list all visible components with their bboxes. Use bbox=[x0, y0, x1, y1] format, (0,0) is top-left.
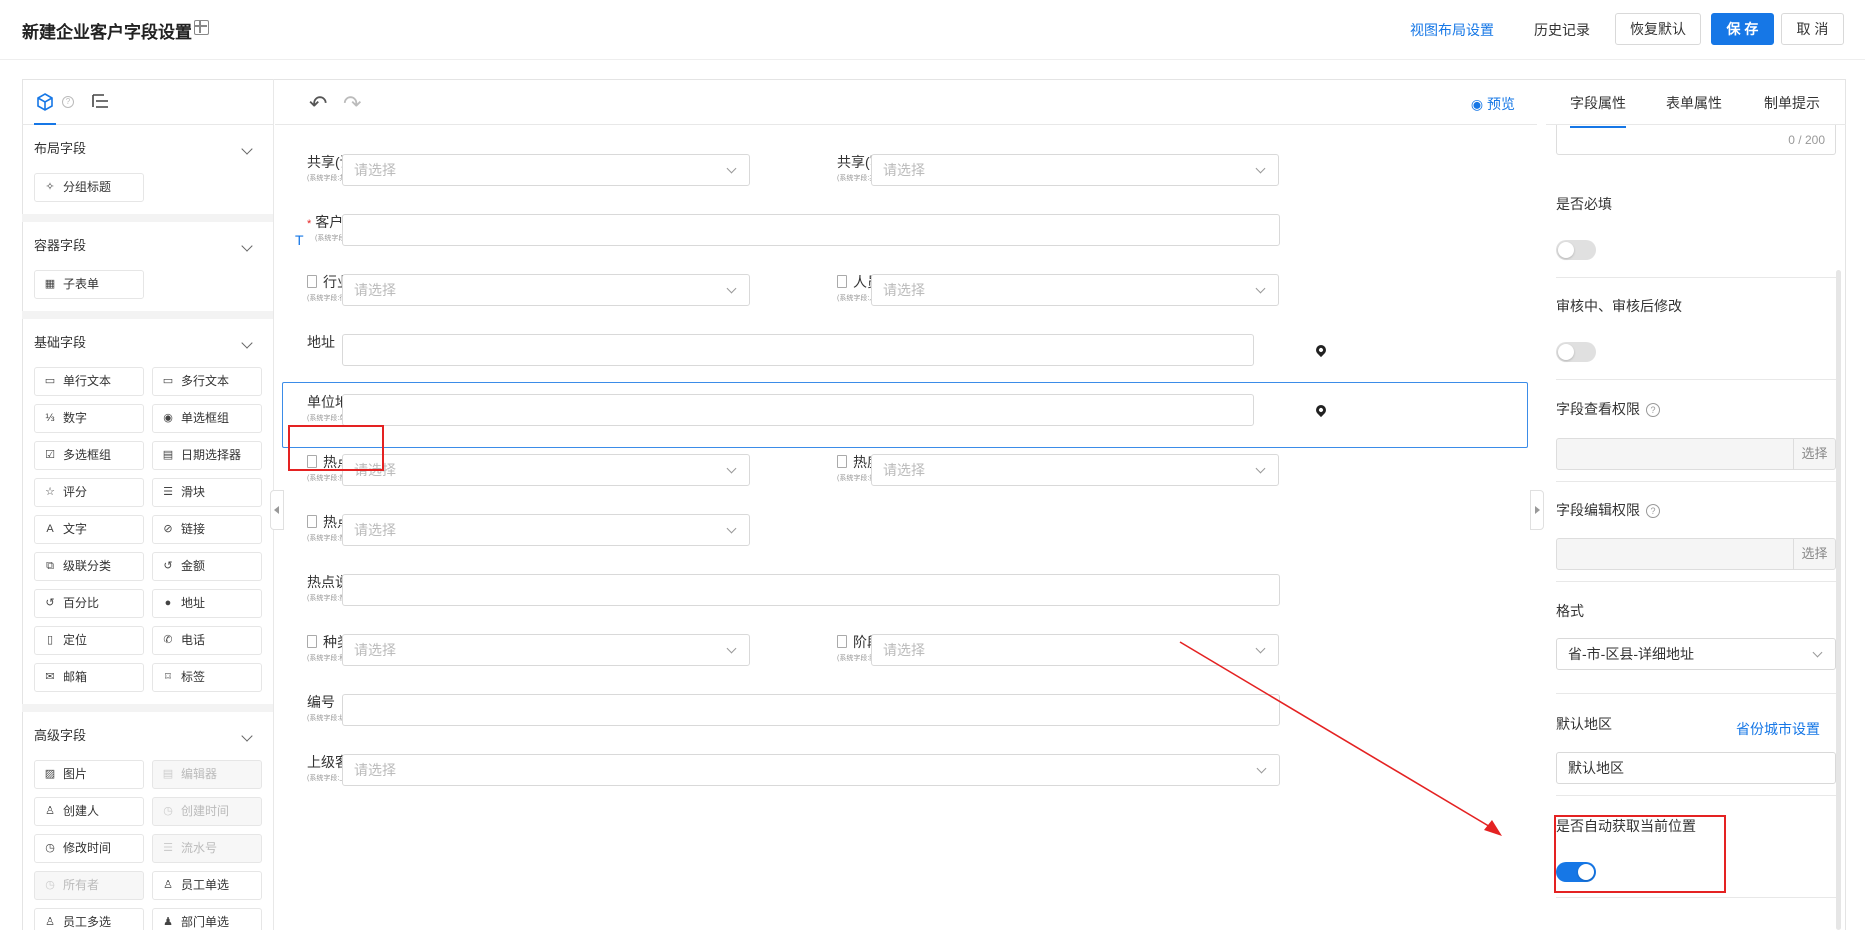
annotation-arrow bbox=[1179, 641, 1502, 836]
